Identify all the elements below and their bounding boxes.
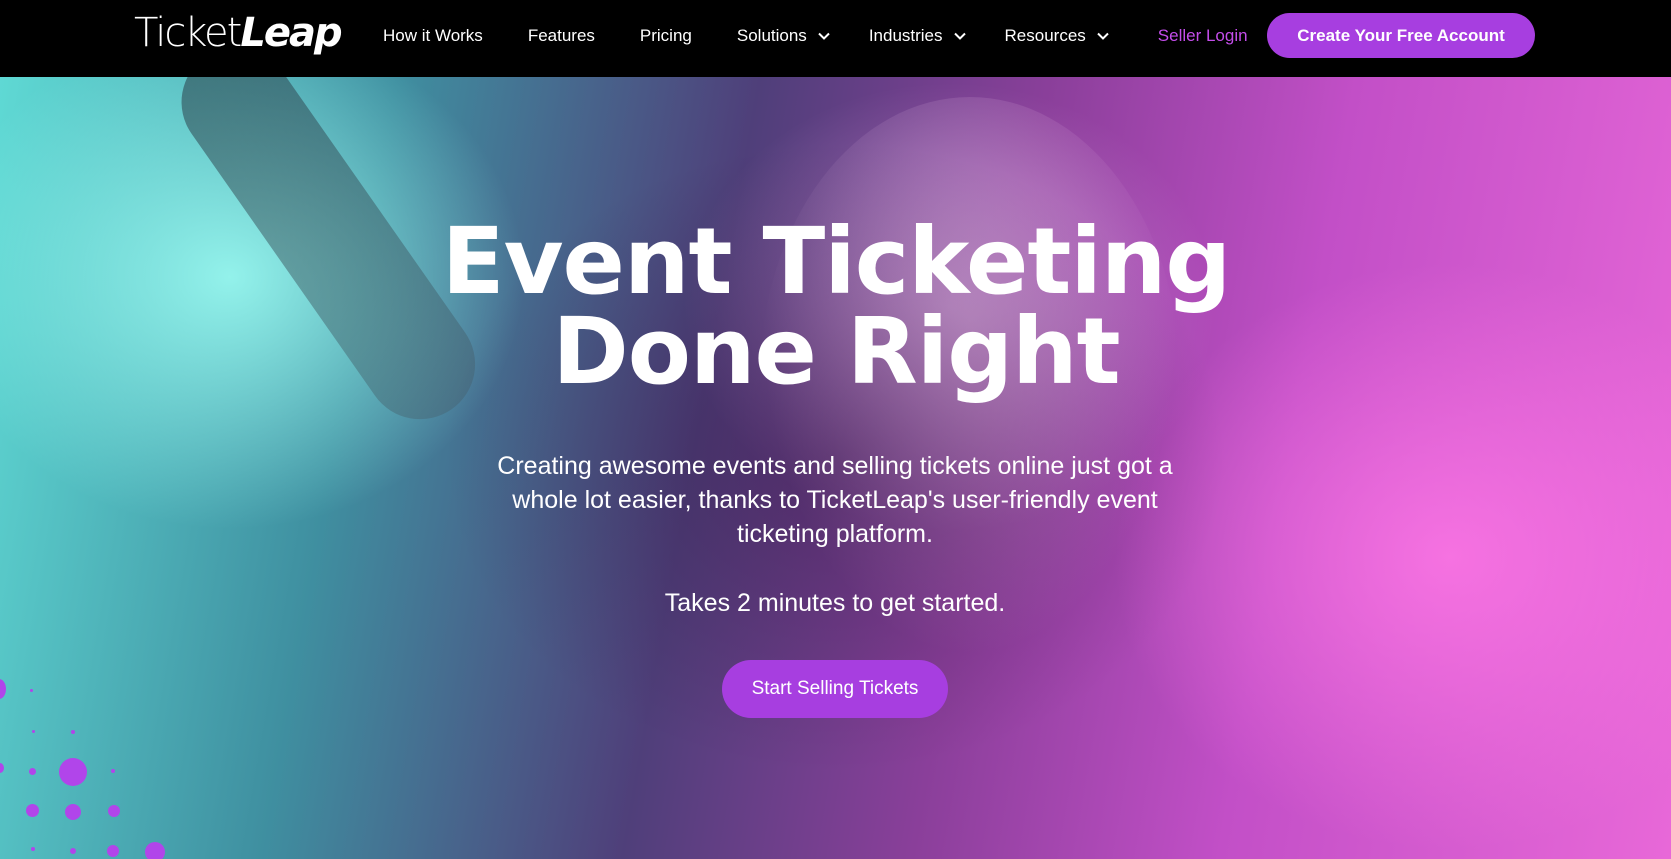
seller-login-link[interactable]: Seller Login	[1158, 26, 1248, 46]
hero-headline-line2: Done Right	[552, 298, 1120, 405]
chevron-down-icon	[953, 32, 966, 40]
nav-features-label: Features	[527, 26, 595, 45]
nav-pricing-label: Pricing	[639, 26, 692, 45]
nav-solutions-dropdown[interactable]: Solutions	[737, 26, 831, 46]
nav-how-it-works[interactable]: How it Works	[383, 26, 483, 46]
nav-solutions-label: Solutions	[736, 26, 807, 45]
nav-how-it-works-label: How it Works	[383, 26, 483, 45]
nav-industries-label: Industries	[868, 26, 943, 45]
chevron-down-icon	[818, 32, 830, 40]
nav-resources-dropdown[interactable]: Resources	[1005, 26, 1110, 46]
logo-text-leap: Leap	[240, 10, 342, 56]
ticketleap-logo[interactable]: Ticket Leap	[134, 10, 343, 58]
nav-industries-dropdown[interactable]: Industries	[869, 26, 967, 46]
nav-features[interactable]: Features	[528, 26, 595, 46]
start-selling-button[interactable]: Start Selling Tickets	[722, 660, 948, 718]
nav-resources-label: Resources	[1004, 26, 1086, 45]
hero-description: Creating awesome events and selling tick…	[497, 452, 1173, 548]
logo-text-ticket: Ticket	[134, 10, 242, 56]
chevron-down-icon	[1097, 32, 1109, 40]
create-account-button[interactable]: Create Your Free Account	[1267, 13, 1535, 58]
nav-links: How it Works Features Pricing Solutions …	[383, 0, 1293, 72]
hero-section: Event Ticketing Done Right Creating awes…	[0, 77, 1671, 859]
top-navbar: Ticket Leap How it Works Features Pricing…	[0, 0, 1671, 77]
nav-pricing[interactable]: Pricing	[640, 26, 692, 46]
hero-note: Takes 2 minutes to get started.	[664, 589, 1006, 617]
hero-headline: Event Ticketing Done Right	[336, 216, 1336, 398]
